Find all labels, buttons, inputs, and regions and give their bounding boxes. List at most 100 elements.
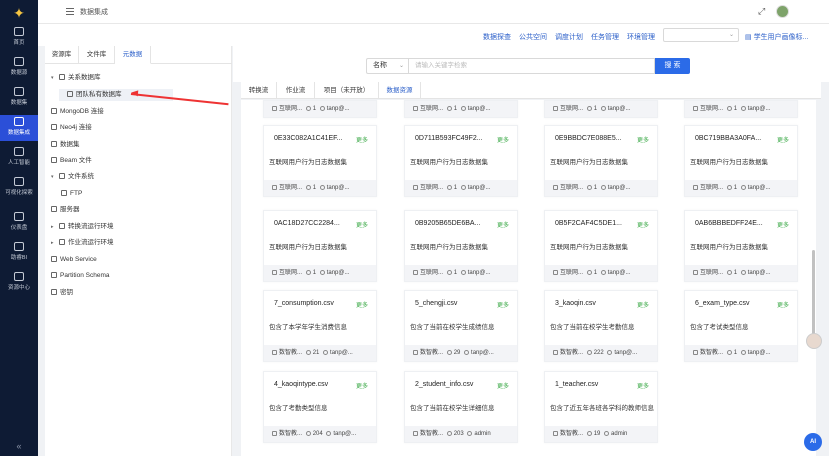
database-icon: [553, 431, 558, 436]
database-icon: [51, 124, 57, 130]
card-description: 互联网用户行为日志数据集: [690, 244, 768, 251]
tab-file-lib[interactable]: 文件库: [79, 46, 115, 64]
more-link[interactable]: 更多: [777, 135, 789, 144]
tree-item-dataset[interactable]: 数据集: [51, 139, 80, 151]
collapse-icon[interactable]: «: [0, 441, 38, 451]
logo-icon[interactable]: ✦: [11, 5, 27, 21]
more-link[interactable]: 更多: [356, 220, 368, 229]
tree-item-mongodb[interactable]: MongoDB 连接: [51, 106, 104, 118]
nav-item-resource[interactable]: 资源中心: [0, 270, 38, 296]
more-link[interactable]: 更多: [777, 300, 789, 309]
tree-item-transform-env[interactable]: ▸ 转换流运行环境: [51, 221, 114, 233]
link-env-manage[interactable]: 环境管理: [627, 32, 655, 42]
tree-item-filesystem[interactable]: ▾ 文件系统: [51, 171, 94, 183]
nav-item-integration[interactable]: 数据集成: [0, 115, 38, 141]
resource-card[interactable]: 7_consumption.csv 更多 包含了本学年学生消费信息 数智教... 21…: [263, 290, 377, 362]
scrollbar[interactable]: [812, 250, 815, 340]
resource-card[interactable]: 3_kaoqin.csv 更多 包含了当前在校学生考勤信息 数智教... 222 ta…: [544, 290, 658, 362]
resource-grid: 互联网... 1 tanp@... 互联网... 1 tanp@... 互联网...…: [241, 100, 816, 456]
link-task-manage[interactable]: 任务管理: [591, 32, 619, 42]
resource-card[interactable]: 0E9BBDC7E088E5... 更多 互联网用户行为日志数据集 互联网... 1 …: [544, 125, 658, 197]
resource-card[interactable]: 互联网... 1 tanp@...: [404, 100, 518, 118]
more-link[interactable]: 更多: [497, 135, 509, 144]
database-icon: [272, 431, 277, 436]
user-icon: [600, 106, 606, 111]
tab-project[interactable]: 项目（未开放）: [315, 82, 379, 99]
resource-card[interactable]: 0BC719BBA3A0FA... 更多 互联网用户行为日志数据集 互联网... 1 …: [684, 125, 798, 197]
card-description: 包含了当前在校学生成绩信息: [410, 324, 495, 331]
more-link[interactable]: 更多: [637, 135, 649, 144]
search-bar: 名称 ⌄ 请输入关键字检索 搜 索: [233, 46, 829, 82]
resource-card[interactable]: 5_chengji.csv 更多 包含了当前在校学生成绩信息 数智教... 29 ta…: [404, 290, 518, 362]
card-title: 4_kaoqintype.csv: [274, 381, 329, 388]
nav-item-dashboard[interactable]: 仪表盘: [0, 210, 38, 236]
dashboard-icon: [14, 212, 24, 221]
tree-item-beam[interactable]: Beam 文件: [51, 155, 92, 167]
tab-data-resource[interactable]: 数据资源: [379, 82, 421, 99]
link-data-explore[interactable]: 数据探查: [483, 32, 511, 42]
link-schedule[interactable]: 调度计划: [555, 32, 583, 42]
resource-card[interactable]: 0D711B593FC49F2... 更多 互联网用户行为日志数据集 互联网... 1…: [404, 125, 518, 197]
nav-item-visual[interactable]: 可视化探索: [0, 175, 38, 201]
nav-item-dataset[interactable]: 数据集: [0, 85, 38, 111]
nav-item-datasource[interactable]: 数据源: [0, 55, 38, 81]
like-icon: [726, 350, 732, 355]
nav-item-ai[interactable]: 人工智能: [0, 145, 38, 171]
resource-card[interactable]: 0B9205B65DE6BA... 更多 互联网用户行为日志数据集 互联网... 1 …: [404, 210, 518, 282]
resource-card[interactable]: 互联网... 1 tanp@...: [684, 100, 798, 118]
more-link[interactable]: 更多: [637, 300, 649, 309]
more-link[interactable]: 更多: [637, 220, 649, 229]
more-link[interactable]: 更多: [497, 381, 509, 390]
resource-card[interactable]: 0AB6BBBEDFF24E... 更多 互联网用户行为日志数据集 互联网... 1 …: [684, 210, 798, 282]
resource-card[interactable]: 1_teacher.csv 更多 包含了近五年各班各学科的教师信息 数智教... 19…: [544, 371, 658, 443]
tab-metadata[interactable]: 元数据: [115, 46, 151, 64]
resource-panel: 资源库 文件库 元数据 ▾ 关系数据库 团队私有数据库 MongoDB 连接 Ne…: [45, 46, 232, 456]
more-link[interactable]: 更多: [356, 135, 368, 144]
card-title: 7_consumption.csv: [274, 300, 334, 307]
resource-card[interactable]: 0E33C082A1C41EF... 更多 互联网用户行为日志数据集 互联网... 1…: [263, 125, 377, 197]
more-link[interactable]: 更多: [356, 381, 368, 390]
env-select[interactable]: ⌄: [663, 28, 739, 42]
resource-card[interactable]: 0B5F2CAF4C5DE1... 更多 互联网用户行为日志数据集 互联网... 1 …: [544, 210, 658, 282]
search-field-select[interactable]: 名称 ⌄: [366, 58, 408, 74]
user-icon: [740, 106, 746, 111]
user-icon: [464, 350, 470, 355]
more-link[interactable]: 更多: [777, 220, 789, 229]
tree-item-job-env[interactable]: ▸ 作业流运行环境: [51, 237, 114, 249]
like-icon: [305, 270, 311, 275]
more-link[interactable]: 更多: [637, 381, 649, 390]
ai-assistant-button[interactable]: AI: [804, 433, 822, 451]
tree-item-neo4j[interactable]: Neo4j 连接: [51, 122, 92, 134]
tree-item-partition[interactable]: Partition Schema: [51, 270, 110, 282]
more-link[interactable]: 更多: [356, 300, 368, 309]
resource-card[interactable]: 0AC18D27CC2284... 更多 互联网用户行为日志数据集 互联网... 1 …: [263, 210, 377, 282]
nav-item-bi[interactable]: 助睿BI: [0, 240, 38, 266]
tree-item-server[interactable]: 服务器: [51, 204, 80, 216]
tree-item-web-service[interactable]: Web Service: [51, 254, 97, 266]
link-public-space[interactable]: 公共空间: [519, 32, 547, 42]
tree-item-ftp[interactable]: FTP: [61, 188, 82, 200]
tab-job[interactable]: 作业流: [277, 82, 315, 99]
more-link[interactable]: 更多: [497, 220, 509, 229]
resource-card[interactable]: 4_kaoqintype.csv 更多 包含了考勤类型信息 数智教... 204 ta…: [263, 371, 377, 443]
menu-icon[interactable]: [66, 8, 74, 15]
tree-item-secret[interactable]: 密钥: [51, 287, 73, 299]
resource-card[interactable]: 6_exam_type.csv 更多 包含了考试类型信息 数智教... 1 tanp@…: [684, 290, 798, 362]
resource-card[interactable]: 2_student_info.csv 更多 包含了当前在校学生详细信息 数智教... …: [404, 371, 518, 443]
top-bar: 数据集成 ⤢: [38, 0, 829, 24]
more-link[interactable]: 更多: [497, 300, 509, 309]
fullscreen-icon[interactable]: ⤢: [758, 6, 765, 17]
dataset-icon: [14, 87, 24, 96]
tab-transform[interactable]: 转换流: [241, 82, 277, 99]
resource-card[interactable]: 互联网... 1 tanp@...: [263, 100, 377, 118]
nav-item-home[interactable]: 首页: [0, 25, 38, 51]
tab-resource-lib[interactable]: 资源库: [45, 46, 79, 64]
resource-card[interactable]: 互联网... 1 tanp@...: [544, 100, 658, 118]
search-input[interactable]: 请输入关键字检索: [408, 58, 655, 74]
avatar[interactable]: [776, 5, 789, 18]
assistant-avatar[interactable]: [806, 333, 822, 349]
card-title: 0E33C082A1C41EF...: [274, 135, 343, 142]
user-profile-link[interactable]: ▤ 学生用户画像标...: [745, 32, 808, 42]
search-button[interactable]: 搜 索: [655, 58, 690, 74]
tree-item-relational-db[interactable]: ▾ 关系数据库: [51, 72, 101, 84]
